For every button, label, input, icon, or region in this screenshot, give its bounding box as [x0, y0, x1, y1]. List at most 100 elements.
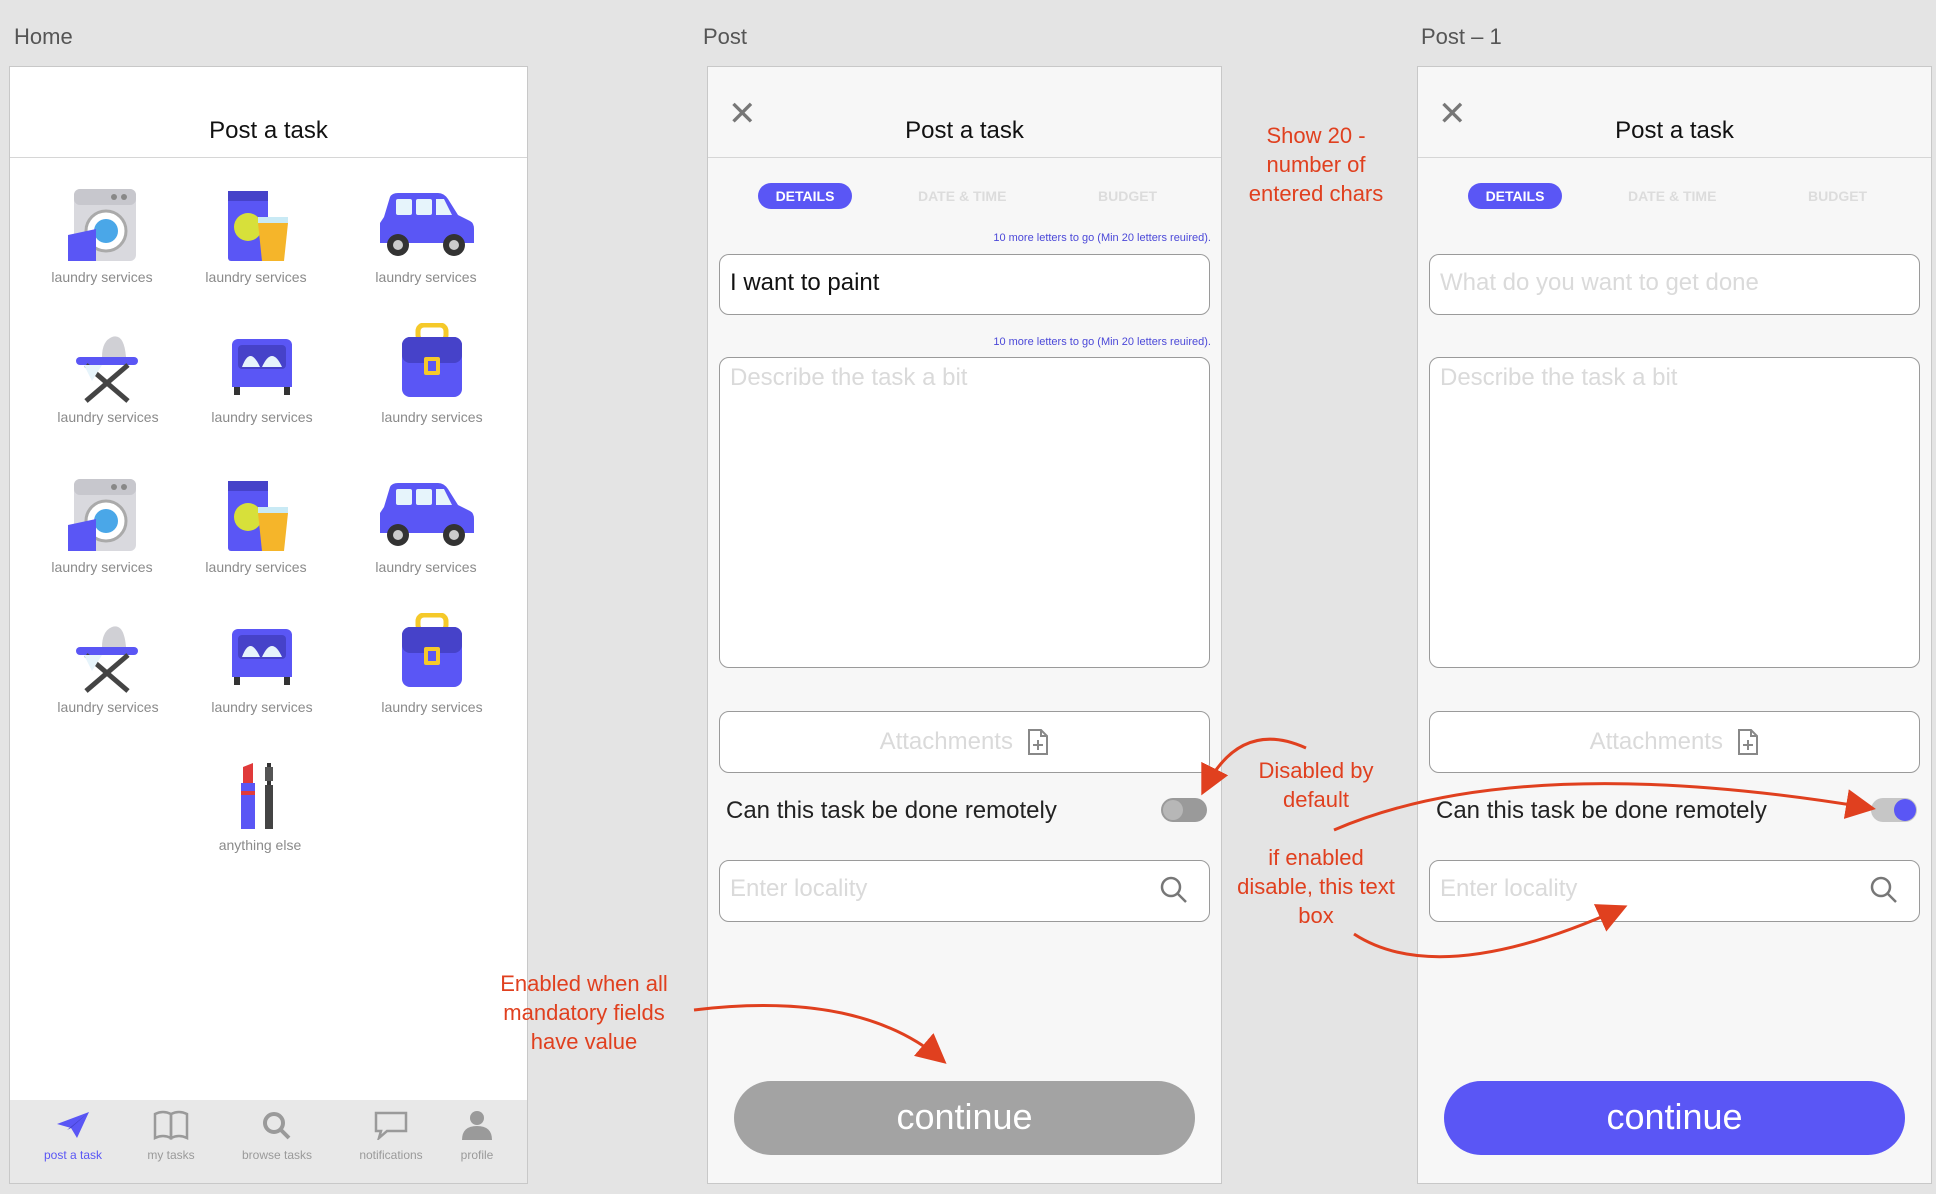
locality-input[interactable]: Enter locality [1429, 860, 1920, 922]
category-item[interactable]: laundry services [187, 621, 337, 715]
ironing-board-icon [76, 626, 138, 693]
category-item[interactable]: laundry services [357, 613, 507, 715]
category-item[interactable]: laundry services [27, 477, 177, 575]
detergent-icon [228, 481, 288, 551]
attachments-label: Attachments [1589, 728, 1723, 755]
tab-label: profile [460, 1148, 494, 1162]
bed-icon [232, 629, 292, 685]
locality-placeholder: Enter locality [1440, 875, 1578, 902]
tab-label: my tasks [147, 1148, 195, 1162]
lipstick-icon [241, 763, 273, 829]
category-item[interactable]: laundry services [181, 477, 331, 575]
car-icon [380, 193, 474, 256]
artboard-label-home: Home [14, 24, 73, 49]
annotation-if-enabled: if enabled disable, this text box [1237, 845, 1395, 928]
category-label: laundry services [51, 559, 153, 575]
category-item[interactable]: laundry services [33, 331, 183, 425]
file-add-icon [1028, 729, 1049, 755]
annotation-char-count: Show 20 - number of entered chars [1248, 123, 1384, 206]
search-icon [1160, 876, 1187, 903]
attachments-label: Attachments [879, 728, 1013, 755]
char-count-hint: 10 more letters to go (Min 20 letters re… [993, 232, 1211, 244]
tab-budget[interactable]: BUDGET [1808, 188, 1867, 204]
category-label: laundry services [51, 269, 153, 285]
category-label: laundry services [205, 269, 307, 285]
attachments-button[interactable]: Attachments [1429, 711, 1920, 773]
page-title: Post a task [1615, 117, 1734, 144]
search-icon [1870, 876, 1897, 903]
category-item[interactable]: laundry services [351, 187, 501, 285]
category-label: laundry services [381, 409, 483, 425]
artboard-label-post: Post [703, 24, 748, 49]
chat-bubble-icon [374, 1111, 408, 1140]
category-item[interactable]: laundry services [357, 323, 507, 425]
ironing-board-icon [76, 336, 138, 403]
category-item[interactable]: laundry services [33, 621, 183, 715]
attachments-button[interactable]: Attachments [719, 711, 1210, 773]
briefcase-icon [402, 323, 462, 397]
locality-placeholder: Enter locality [730, 875, 868, 902]
search-icon [263, 1112, 291, 1140]
category-label: laundry services [211, 699, 313, 715]
continue-button[interactable]: continue [734, 1081, 1195, 1155]
car-icon [380, 483, 474, 546]
tab-label: notifications [359, 1148, 423, 1162]
task-title-input[interactable]: I want to paint [719, 254, 1210, 315]
remote-toggle[interactable] [1161, 798, 1207, 822]
description-placeholder: Describe the task a bit [730, 364, 968, 391]
annotation-disabled-default: Disabled by default [1258, 758, 1374, 812]
home-screen: Post a task laundry services laundry ser… [9, 66, 528, 1184]
paper-plane-icon [57, 1112, 89, 1138]
tab-browse-tasks[interactable]: browse tasks [232, 1110, 322, 1162]
step-tabs: DETAILS DATE & TIME BUDGET [708, 183, 1221, 213]
tab-label: browse tasks [241, 1148, 313, 1162]
description-placeholder: Describe the task a bit [1440, 364, 1678, 391]
remote-label: Can this task be done remotely [726, 797, 1057, 824]
tab-details[interactable]: DETAILS [758, 183, 852, 209]
bed-icon [232, 339, 292, 395]
detergent-icon [228, 191, 288, 261]
task-title-placeholder: What do you want to get done [1440, 269, 1759, 296]
step-tabs: DETAILS DATE & TIME BUDGET [1418, 183, 1931, 213]
tab-details[interactable]: DETAILS [1468, 183, 1562, 209]
washing-machine-icon [68, 189, 136, 261]
char-count-hint: 10 more letters to go (Min 20 letters re… [993, 336, 1211, 348]
category-item[interactable]: laundry services [187, 331, 337, 425]
post-1-screen: ✕ Post a task DETAILS DATE & TIME BUDGET… [1417, 66, 1932, 1184]
category-label: laundry services [205, 559, 307, 575]
tab-date-time[interactable]: DATE & TIME [918, 188, 1006, 204]
continue-button[interactable]: continue [1444, 1081, 1905, 1155]
artboard-label-post-1: Post – 1 [1421, 24, 1502, 49]
tab-budget[interactable]: BUDGET [1098, 188, 1157, 204]
category-item[interactable]: anything else [185, 761, 335, 853]
briefcase-icon [402, 613, 462, 687]
washing-machine-icon [68, 479, 136, 551]
book-icon [153, 1110, 189, 1140]
description-textarea[interactable]: Describe the task a bit [719, 357, 1210, 668]
page-title: Post a task [209, 117, 328, 144]
category-item[interactable]: laundry services [181, 187, 331, 285]
category-label: laundry services [375, 559, 477, 575]
task-title-input[interactable]: What do you want to get done [1429, 254, 1920, 315]
tab-my-tasks[interactable]: my tasks [126, 1110, 216, 1162]
description-textarea[interactable]: Describe the task a bit [1429, 357, 1920, 668]
tab-notifications[interactable]: notifications [346, 1110, 436, 1162]
task-title-value: I want to paint [730, 269, 880, 296]
category-label: laundry services [57, 699, 159, 715]
header: Post a task [10, 67, 527, 158]
post-screen: ✕ Post a task DETAILS DATE & TIME BUDGET… [707, 66, 1222, 1184]
remote-toggle[interactable] [1871, 798, 1917, 822]
tab-label: post a task [43, 1148, 103, 1162]
annotation-enabled-when: Enabled when all mandatory fields have v… [500, 971, 668, 1054]
category-item[interactable]: laundry services [27, 187, 177, 285]
category-label: laundry services [375, 269, 477, 285]
tab-date-time[interactable]: DATE & TIME [1628, 188, 1716, 204]
person-icon [462, 1111, 492, 1140]
category-item[interactable]: laundry services [351, 477, 501, 575]
category-label: anything else [218, 837, 302, 853]
tab-profile[interactable]: profile [432, 1110, 522, 1162]
tab-post-a-task[interactable]: post a task [28, 1110, 118, 1162]
toggle-knob [1163, 800, 1183, 820]
locality-input[interactable]: Enter locality [719, 860, 1210, 922]
category-label: laundry services [211, 409, 313, 425]
